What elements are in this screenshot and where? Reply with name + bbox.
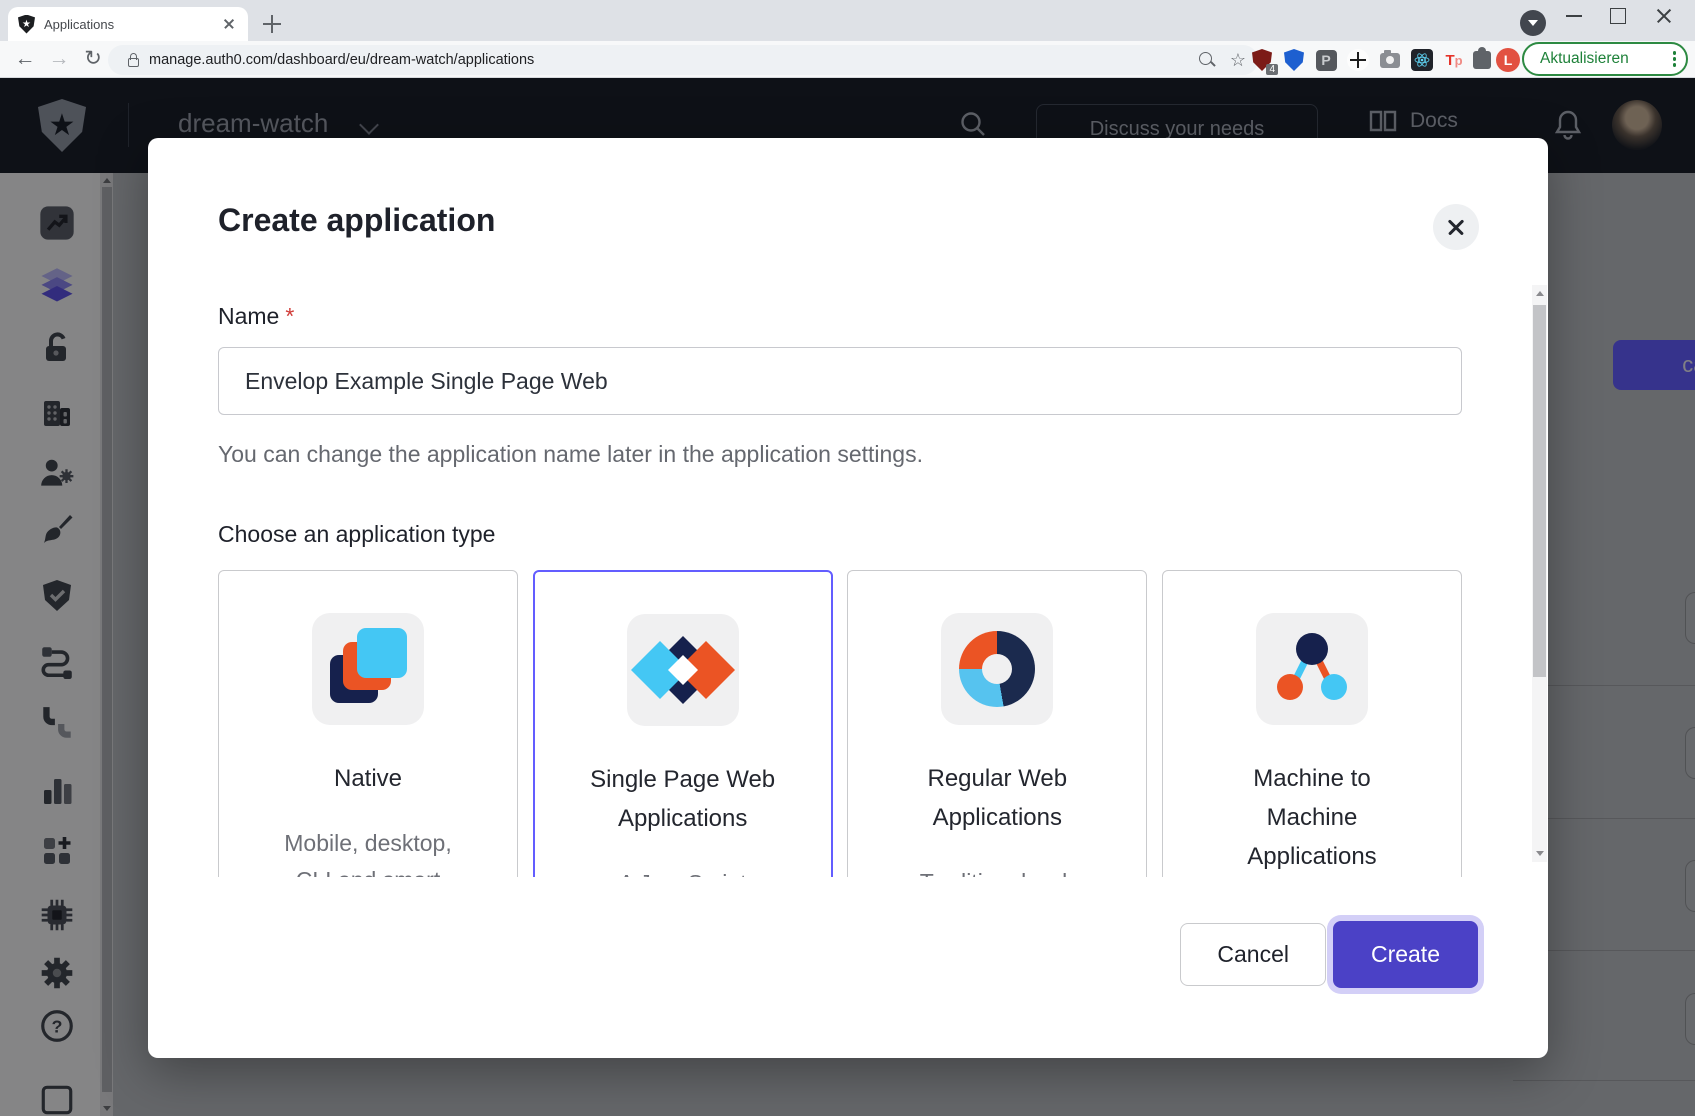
screen-capture-extension-icon[interactable] (1346, 48, 1370, 72)
ublock-extension-icon[interactable]: 4 (1250, 48, 1274, 72)
name-helper-text: You can change the application name late… (218, 441, 923, 468)
card-description: Mobile, desktop, CLI and smart (219, 825, 517, 877)
back-button[interactable]: ← (10, 44, 40, 74)
card-description: A JavaScript (535, 865, 831, 877)
window-close-button[interactable] (1642, 0, 1686, 32)
browser-window: ★ Applications ← → ↻ manage.auth0.com/da… (0, 0, 1695, 1116)
m2m-icon (1256, 613, 1368, 725)
cancel-button[interactable]: Cancel (1180, 923, 1326, 986)
application-type-heading: Choose an application type (218, 521, 495, 548)
url-text[interactable]: manage.auth0.com/dashboard/eu/dream-watc… (149, 52, 534, 68)
card-native[interactable]: Native Mobile, desktop, CLI and smart (218, 570, 518, 877)
lock-icon[interactable] (128, 58, 139, 67)
create-button[interactable]: Create (1333, 921, 1478, 988)
card-machine-to-machine[interactable]: Machine to Machine Applications (1162, 570, 1462, 877)
camera-extension-icon[interactable] (1378, 48, 1402, 72)
modal-close-button[interactable] (1433, 204, 1479, 250)
zoom-page-icon[interactable] (1198, 51, 1216, 69)
tab-close-icon[interactable] (220, 15, 238, 33)
react-devtools-extension-icon[interactable] (1410, 48, 1434, 72)
card-title: Machine to Machine Applications (1217, 759, 1407, 876)
name-label: Name* (218, 303, 294, 330)
modal-body: Name* You can change the application nam… (148, 285, 1548, 877)
auth0-favicon-icon: ★ (18, 15, 35, 34)
application-name-input[interactable] (218, 347, 1462, 415)
tab-title: Applications (44, 17, 220, 32)
atom-icon (1413, 51, 1431, 69)
forward-button[interactable]: → (44, 44, 74, 74)
browser-tab[interactable]: ★ Applications (8, 7, 248, 41)
card-regular-web[interactable]: Regular Web Applications Traditional web (847, 570, 1147, 877)
browser-menu-icon[interactable] (1673, 57, 1676, 60)
extensions-puzzle-icon[interactable] (1470, 48, 1494, 72)
close-icon (1446, 217, 1466, 237)
card-description: Traditional web (848, 864, 1146, 877)
tab-strip: ★ Applications (0, 0, 1695, 41)
card-single-page-web[interactable]: Single Page Web Applications A JavaScrip… (533, 570, 833, 877)
card-title: Native (273, 759, 463, 798)
native-apps-icon (312, 613, 424, 725)
bitwarden-extension-icon[interactable] (1282, 48, 1306, 72)
reload-button[interactable]: ↻ (78, 44, 108, 74)
update-browser-button[interactable]: Aktualisieren (1522, 42, 1688, 76)
modal-scrollbar[interactable] (1532, 285, 1547, 862)
bookmark-star-icon[interactable]: ☆ (1230, 51, 1246, 69)
card-title: Regular Web Applications (902, 759, 1092, 837)
p-extension-icon[interactable]: P (1314, 48, 1338, 72)
card-title: Single Page Web Applications (588, 760, 778, 838)
scroll-up-icon[interactable] (1536, 291, 1544, 296)
window-minimize-button[interactable] (1552, 0, 1596, 32)
scrollbar-thumb[interactable] (1533, 305, 1546, 677)
ublock-badge: 4 (1266, 64, 1278, 75)
tab-search-icon[interactable] (1520, 10, 1546, 36)
tp-extension-icon[interactable]: Tp (1442, 48, 1466, 72)
modal-title: Create application (218, 202, 495, 239)
new-tab-button[interactable] (260, 12, 284, 36)
regular-web-icon (941, 613, 1053, 725)
create-application-modal: Create application Name* You can change … (148, 138, 1548, 1058)
scroll-down-icon[interactable] (1536, 851, 1544, 856)
browser-profile-avatar[interactable]: L (1496, 48, 1520, 72)
required-asterisk: * (285, 303, 294, 329)
address-bar[interactable]: manage.auth0.com/dashboard/eu/dream-watc… (108, 45, 1258, 75)
application-type-cards: Native Mobile, desktop, CLI and smart (218, 570, 1462, 877)
window-maximize-button[interactable] (1596, 0, 1640, 32)
spa-icon (627, 614, 739, 726)
